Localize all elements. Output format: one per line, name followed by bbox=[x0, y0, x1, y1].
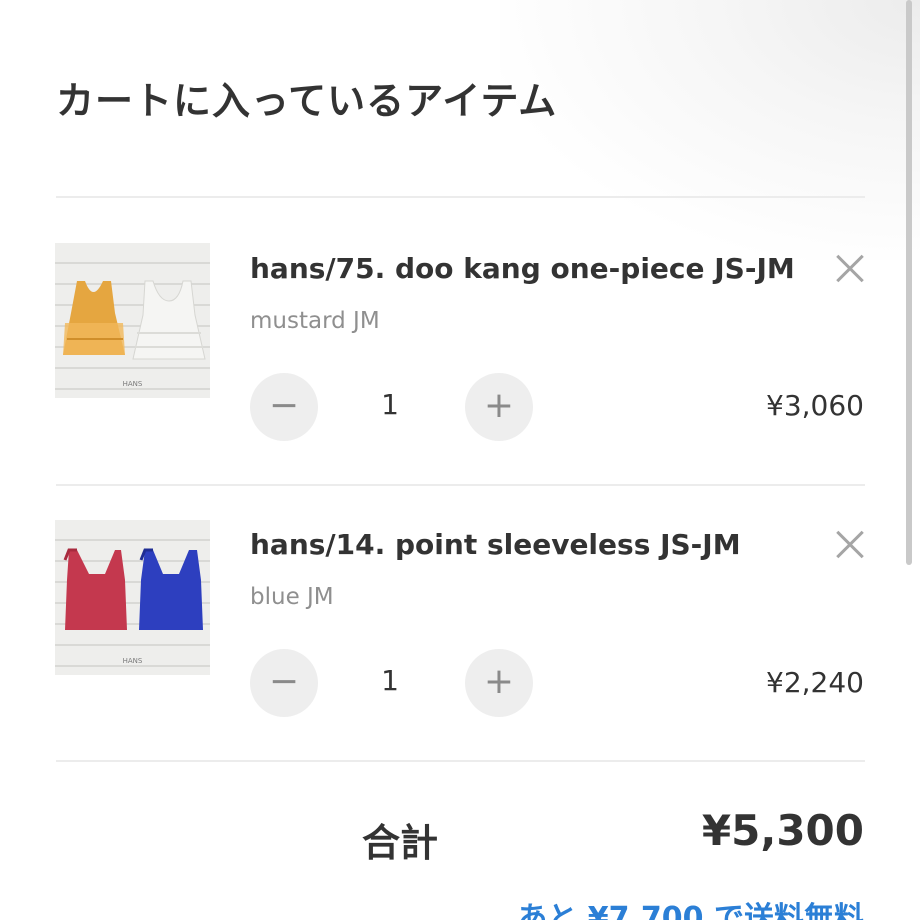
total-value: ¥5,300 bbox=[701, 806, 864, 855]
product-image[interactable]: HANS bbox=[55, 520, 210, 675]
divider bbox=[56, 760, 865, 762]
brand-watermark: HANS bbox=[122, 657, 143, 665]
remove-item-icon[interactable] bbox=[830, 526, 868, 564]
page-title: カートに入っているアイテム bbox=[56, 79, 558, 123]
product-variant: blue JM bbox=[250, 584, 334, 610]
quantity-value: 1 bbox=[381, 664, 399, 697]
remove-item-icon[interactable] bbox=[830, 250, 868, 288]
item-price: ¥3,060 bbox=[766, 389, 864, 422]
product-name-link[interactable]: hans/14. point sleeveless JS-JM bbox=[250, 528, 741, 561]
product-photo bbox=[63, 280, 206, 360]
increase-quantity-button[interactable]: + bbox=[465, 373, 533, 441]
scrollbar[interactable] bbox=[906, 0, 912, 565]
total-label: 合計 bbox=[362, 821, 439, 865]
product-name-link[interactable]: hans/75. doo kang one-piece JS-JM bbox=[250, 252, 795, 285]
cart-item: HANS hans/14. point sleeveless JS-JM blu… bbox=[0, 486, 920, 762]
decrease-quantity-button[interactable]: − bbox=[250, 649, 318, 717]
increase-quantity-button[interactable]: + bbox=[465, 649, 533, 717]
item-price: ¥2,240 bbox=[766, 666, 864, 699]
cart-item: HANS hans/75. doo kang one-piece JS-JM m… bbox=[0, 198, 920, 474]
decrease-quantity-button[interactable]: − bbox=[250, 373, 318, 441]
product-image[interactable]: HANS bbox=[55, 243, 210, 398]
brand-watermark: HANS bbox=[122, 380, 143, 388]
product-photo bbox=[63, 548, 203, 630]
product-variant: mustard JM bbox=[250, 308, 380, 334]
free-shipping-note: あと ¥7,700 で送料無料 bbox=[517, 901, 864, 920]
quantity-value: 1 bbox=[381, 388, 399, 421]
